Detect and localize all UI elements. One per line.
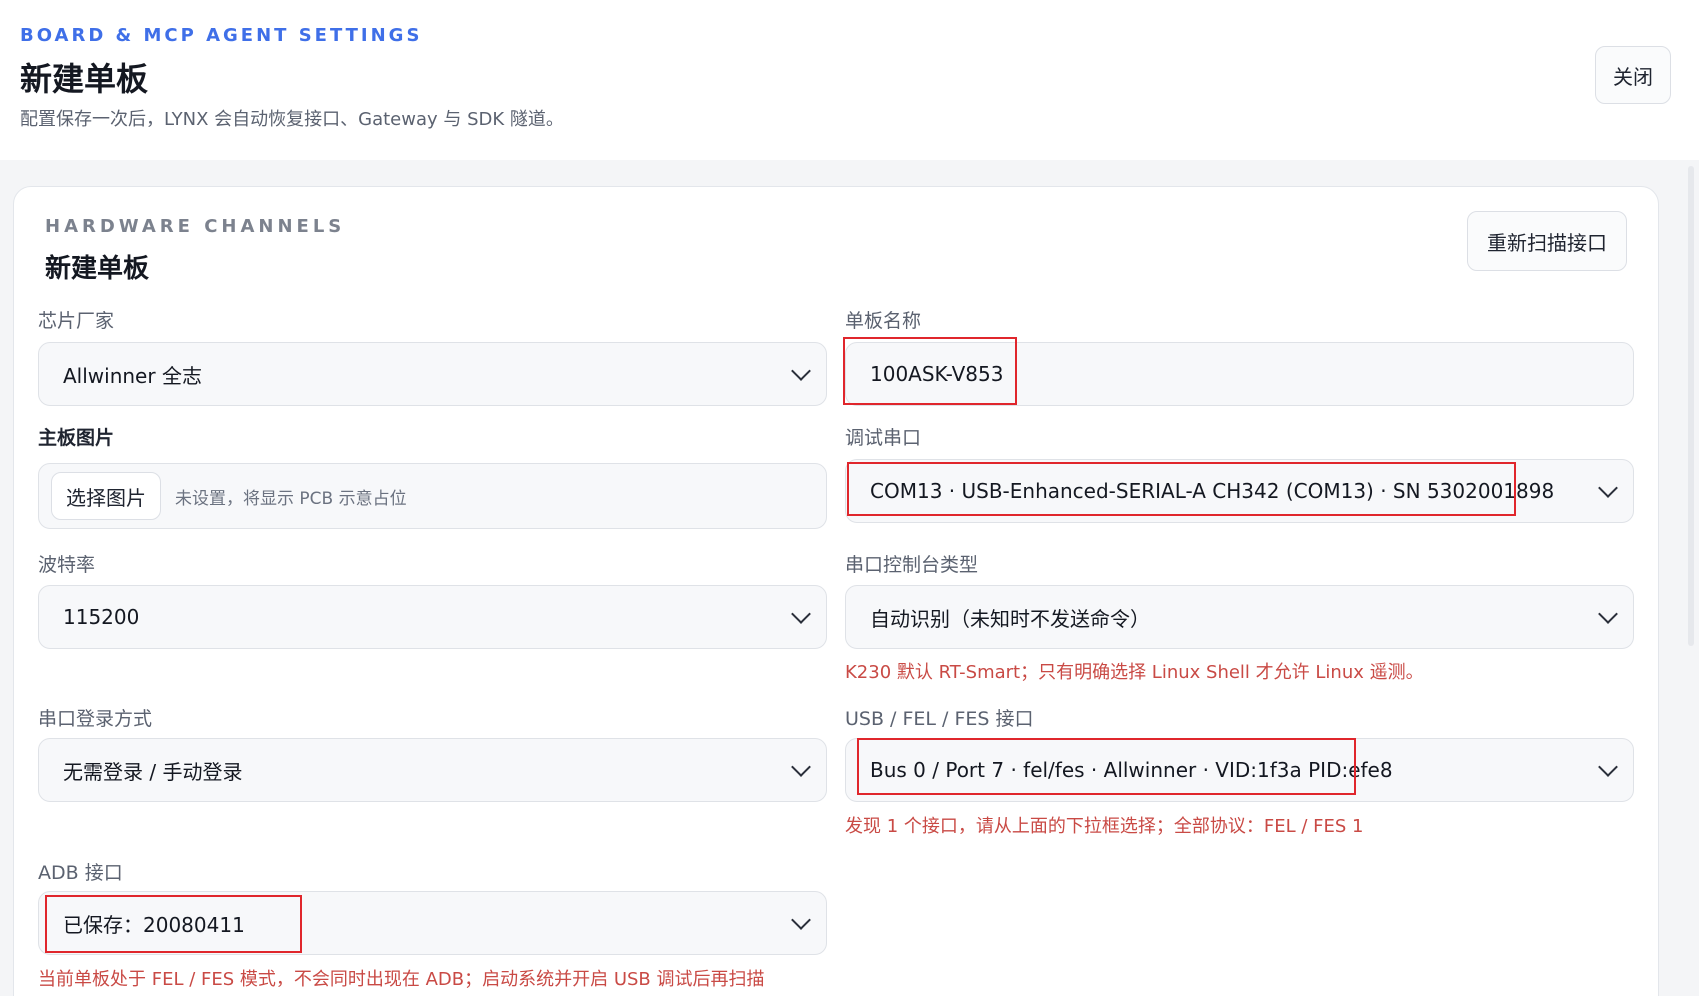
adb-port-select[interactable]: 已保存：20080411	[38, 891, 827, 955]
choose-image-button[interactable]: 选择图片	[51, 472, 161, 520]
section-eyebrow: HARDWARE CHANNELS	[45, 216, 346, 237]
adb-port-value: 已保存：20080411	[63, 912, 245, 937]
page-subtitle: 配置保存一次后，LYNX 会自动恢复接口、Gateway 与 SDK 隧道。	[20, 109, 564, 130]
usb-port-value: Bus 0 / Port 7 · fel/fes · Allwinner · V…	[870, 758, 1393, 782]
dialog-header	[0, 0, 1699, 160]
vendor-select[interactable]: Allwinner 全志	[38, 342, 827, 406]
board-image-picker: 选择图片 未设置，将显示 PCB 示意占位	[38, 463, 827, 529]
board-name-input[interactable]: 100ASK-V853	[845, 342, 1634, 406]
close-button[interactable]: 关闭	[1595, 46, 1671, 104]
usb-port-select[interactable]: Bus 0 / Port 7 · fel/fes · Allwinner · V…	[845, 738, 1634, 802]
baud-rate-value: 115200	[63, 605, 140, 629]
baud-rate-select[interactable]: 115200	[38, 585, 827, 649]
rescan-ports-button[interactable]: 重新扫描接口	[1467, 211, 1627, 271]
debug-serial-select[interactable]: COM13 · USB-Enhanced-SERIAL-A CH342 (COM…	[845, 459, 1634, 523]
login-method-label: 串口登录方式	[38, 708, 153, 730]
board-image-hint: 未设置，将显示 PCB 示意占位	[175, 488, 407, 509]
adb-port-label: ADB 接口	[38, 862, 123, 884]
console-type-select[interactable]: 自动识别（未知时不发送命令）	[845, 585, 1634, 649]
console-type-label: 串口控制台类型	[845, 554, 979, 576]
board-name-label: 单板名称	[845, 310, 922, 332]
adb-port-hint: 当前单板处于 FEL / FES 模式，不会同时出现在 ADB；启动系统并开启 …	[38, 969, 765, 990]
usb-port-label: USB / FEL / FES 接口	[845, 708, 1034, 730]
page-title: 新建单板	[20, 60, 149, 98]
debug-serial-label: 调试串口	[845, 427, 922, 449]
vendor-label: 芯片厂家	[38, 310, 115, 332]
section-title: 新建单板	[45, 254, 150, 284]
header-eyebrow: BOARD & MCP AGENT SETTINGS	[20, 25, 423, 46]
usb-port-hint: 发现 1 个接口，请从上面的下拉框选择；全部协议：FEL / FES 1	[845, 816, 1364, 837]
console-type-hint: K230 默认 RT-Smart；只有明确选择 Linux Shell 才允许 …	[845, 662, 1424, 683]
login-method-select[interactable]: 无需登录 / 手动登录	[38, 738, 827, 802]
scrollbar[interactable]	[1688, 166, 1694, 646]
baud-rate-label: 波特率	[38, 554, 96, 576]
board-image-label: 主板图片	[38, 427, 115, 449]
vendor-value: Allwinner 全志	[63, 363, 202, 388]
login-method-value: 无需登录 / 手动登录	[63, 759, 243, 784]
console-type-value: 自动识别（未知时不发送命令）	[870, 606, 1150, 631]
board-name-value: 100ASK-V853	[870, 362, 1004, 386]
debug-serial-value: COM13 · USB-Enhanced-SERIAL-A CH342 (COM…	[870, 479, 1555, 503]
